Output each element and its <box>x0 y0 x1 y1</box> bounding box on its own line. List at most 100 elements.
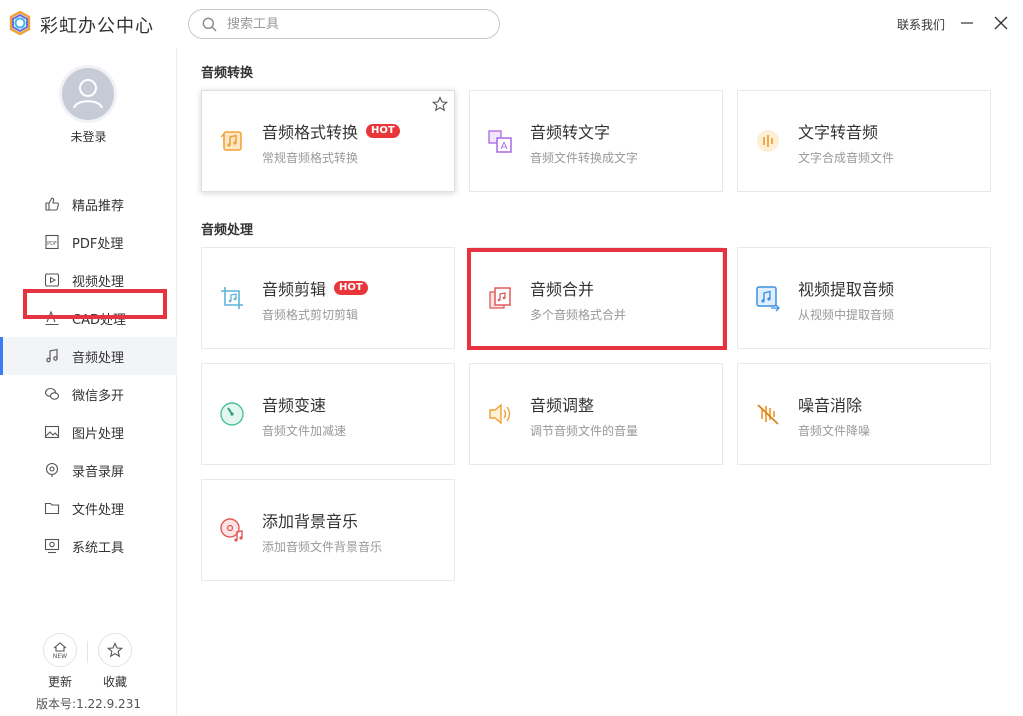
sidebar-item-label: 精品推荐 <box>72 198 125 214</box>
sidebar-item-label: 录音录屏 <box>72 464 125 480</box>
update-badge: NEW <box>53 653 67 660</box>
section-title-audio-convert: 音频转换 <box>201 66 254 81</box>
home-new-icon: NEW <box>53 642 67 660</box>
footer-divider <box>87 641 88 663</box>
video-play-icon <box>43 271 61 289</box>
minimize-icon[interactable] <box>958 14 976 32</box>
tool-card-audio-clip[interactable]: 音频剪辑 HOT 音频格式剪切剪辑 <box>201 247 455 349</box>
tool-card-desc: 音频文件转换成文字 <box>530 151 639 165</box>
tool-card-desc: 音频文件降噪 <box>798 424 871 438</box>
section-title-audio-process: 音频处理 <box>201 223 254 238</box>
login-status[interactable]: 未登录 <box>0 128 177 145</box>
tool-card-title: 视频提取音频 <box>798 280 895 299</box>
sidebar-item-wechat[interactable]: 微信多开 <box>0 375 177 413</box>
favorite-star-icon[interactable] <box>432 96 448 112</box>
tool-card-audio-merge[interactable]: 音频合并 多个音频格式合并 <box>469 247 723 349</box>
tool-card-title: 音频合并 <box>530 280 595 299</box>
tool-card-title: 噪音消除 <box>798 396 863 415</box>
sidebar-item-label: 视频处理 <box>72 274 125 290</box>
search-icon <box>202 17 217 32</box>
audio-merge-icon <box>489 287 511 309</box>
user-icon <box>73 79 103 109</box>
record-icon <box>43 461 61 479</box>
hot-badge: HOT <box>366 124 400 138</box>
tool-card-title: 音频调整 <box>530 396 595 415</box>
sidebar-item-label: 音频处理 <box>72 350 125 366</box>
tool-card-audio-speed[interactable]: 音频变速 音频文件加减速 <box>201 363 455 465</box>
update-label: 更新 <box>47 675 72 689</box>
tool-card-title-text: 音频格式转换 <box>262 123 359 142</box>
star-icon <box>107 642 123 658</box>
favorites-label: 收藏 <box>102 675 127 689</box>
tool-card-audio-format-convert[interactable]: 音频格式转换 HOT 常规音频格式转换 <box>201 90 455 192</box>
tool-card-audio-to-text[interactable]: A 音频转文字 音频文件转换成文字 <box>469 90 723 192</box>
svg-text:PDF: PDF <box>47 241 57 247</box>
wechat-icon <box>43 385 61 403</box>
tool-card-desc: 多个音频格式合并 <box>530 308 627 322</box>
tool-card-desc: 音频格式剪切剪辑 <box>262 308 359 322</box>
tool-card-desc: 从视频中提取音频 <box>798 308 895 322</box>
tool-card-add-bg-music[interactable]: 添加背景音乐 添加音频文件背景音乐 <box>201 479 455 581</box>
noise-reduce-icon <box>757 404 779 425</box>
monitor-icon <box>43 537 61 555</box>
tool-card-text-to-audio[interactable]: 文字转音频 文字合成音频文件 <box>737 90 991 192</box>
favorites-button[interactable] <box>98 633 132 667</box>
tool-card-desc: 常规音频格式转换 <box>262 151 359 165</box>
tool-card-title: 音频转文字 <box>530 123 611 142</box>
close-icon[interactable] <box>992 14 1010 32</box>
update-button[interactable]: NEW <box>43 633 77 667</box>
sidebar-item-label: 系统工具 <box>72 540 125 556</box>
thumb-up-icon <box>43 195 61 213</box>
image-icon <box>43 423 61 441</box>
contact-us-link[interactable]: 联系我们 <box>897 16 945 33</box>
pdf-icon: PDF <box>43 233 61 251</box>
tool-card-title: 音频剪辑 HOT <box>262 276 368 300</box>
music-note-icon <box>43 347 61 365</box>
tool-card-title: 音频变速 <box>262 396 327 415</box>
sidebar-footer: NEW 更新 收藏 <box>0 633 177 689</box>
sidebar-item-label: 微信多开 <box>72 388 125 404</box>
folder-icon <box>43 499 61 517</box>
sidebar-item-audio[interactable]: 音频处理 <box>0 337 177 375</box>
hot-badge: HOT <box>334 281 368 295</box>
svg-text:A: A <box>501 141 508 152</box>
text-to-audio-icon <box>757 130 779 152</box>
volume-icon <box>489 403 511 425</box>
sidebar-item-file[interactable]: 文件处理 <box>0 489 177 527</box>
sidebar-item-pdf[interactable]: PDF PDF处理 <box>0 223 177 261</box>
audio-to-text-icon: A <box>488 130 512 153</box>
extract-audio-icon <box>756 286 780 312</box>
sidebar-item-label: 图片处理 <box>72 426 125 442</box>
sidebar-item-record[interactable]: 录音录屏 <box>0 451 177 489</box>
sidebar-item-system[interactable]: 系统工具 <box>0 527 177 565</box>
tool-card-desc: 音频文件加减速 <box>262 424 347 438</box>
sidebar-item-recommended[interactable]: 精品推荐 <box>0 185 177 223</box>
search-box[interactable] <box>188 9 500 39</box>
tool-card-title: 添加背景音乐 <box>262 512 359 531</box>
sidebar-nav: 精品推荐 PDF PDF处理 视频处理 CAD处理 音频处理 微信多开 图片处理… <box>0 185 177 565</box>
tool-card-audio-adjust[interactable]: 音频调整 调节音频文件的音量 <box>469 363 723 465</box>
tool-card-extract-audio[interactable]: 视频提取音频 从视频中提取音频 <box>737 247 991 349</box>
main-content: 音频转换 音频格式转换 HOT 常规音频格式转换 A 音频转文字 音频文件转换成… <box>178 48 1023 716</box>
tool-card-desc: 调节音频文件的音量 <box>530 424 639 438</box>
tool-card-title: 音频格式转换 HOT <box>262 119 400 143</box>
sidebar-item-label: 文件处理 <box>72 502 125 518</box>
app-title: 彩虹办公中心 <box>40 16 154 37</box>
sidebar-item-label: CAD处理 <box>72 312 126 328</box>
tool-card-title-text: 音频剪辑 <box>262 280 327 299</box>
cad-icon <box>43 309 61 327</box>
sidebar-item-label: PDF处理 <box>72 236 124 252</box>
sidebar: 未登录 精品推荐 PDF PDF处理 视频处理 CAD处理 音频处理 微信多开 … <box>0 48 177 716</box>
audio-crop-icon <box>221 287 243 309</box>
tool-card-desc: 添加音频文件背景音乐 <box>262 540 383 554</box>
search-input[interactable] <box>227 14 487 34</box>
bg-music-icon <box>220 518 243 542</box>
tool-card-title: 文字转音频 <box>798 123 879 142</box>
tool-card-noise-reduce[interactable]: 噪音消除 音频文件降噪 <box>737 363 991 465</box>
title-bar: 彩虹办公中心 联系我们 <box>0 0 1023 48</box>
avatar[interactable] <box>62 68 114 120</box>
speed-icon <box>220 402 244 426</box>
sidebar-item-video[interactable]: 视频处理 <box>0 261 177 299</box>
sidebar-item-image[interactable]: 图片处理 <box>0 413 177 451</box>
sidebar-item-cad[interactable]: CAD处理 <box>0 299 177 337</box>
